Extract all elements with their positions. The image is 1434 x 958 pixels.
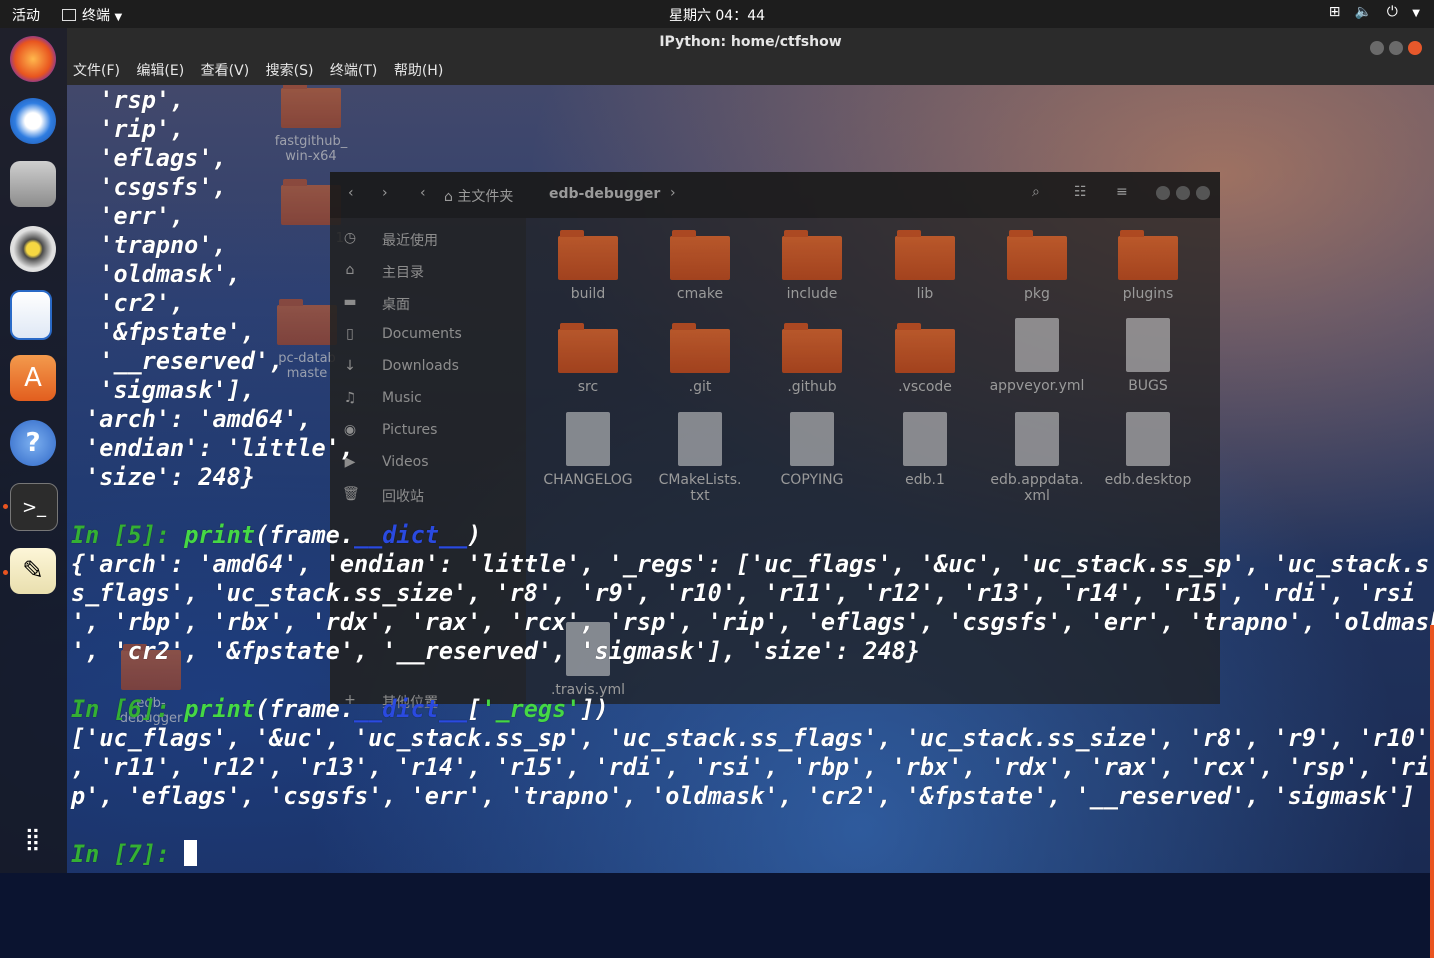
clock[interactable]: 星期六 04：44 bbox=[0, 5, 1434, 25]
network-icon[interactable]: ⊞ bbox=[1329, 4, 1341, 20]
output-line: 'csgsfs', bbox=[71, 173, 227, 201]
output-line: 'sigmask'], bbox=[71, 376, 255, 404]
input-line-7[interactable]: In [7]: bbox=[71, 840, 198, 869]
output-line: ', 'cr2', '&fpstate', '__reserved', 'sig… bbox=[71, 637, 920, 665]
code-attr: __dict__ bbox=[353, 521, 468, 549]
code-text: [ bbox=[467, 695, 482, 723]
output-line: 'rsp', bbox=[71, 86, 185, 114]
window-title: IPython: home/ctfshow bbox=[659, 34, 842, 50]
output-line: 'eflags', bbox=[71, 144, 227, 172]
prompt: In [5]: bbox=[71, 521, 185, 549]
output-line: s_flags', 'uc_stack.ss_size', 'r8', 'r9'… bbox=[71, 579, 1416, 607]
output-line: 'cr2', bbox=[71, 289, 185, 317]
input-line-6: In [6]: print(frame.__dict__['_regs']) bbox=[71, 695, 609, 724]
menu-help[interactable]: 帮助(H) bbox=[394, 58, 443, 85]
output-line: '&fpstate', bbox=[71, 318, 255, 346]
menu-file[interactable]: 文件(F) bbox=[73, 58, 120, 85]
output-line: 'err', bbox=[71, 202, 185, 230]
prompt: In [6]: bbox=[71, 695, 185, 723]
writer-icon[interactable] bbox=[10, 290, 52, 340]
output-line: 'size': 248} bbox=[71, 463, 255, 491]
prompt: In [7]: bbox=[71, 840, 185, 868]
output-line: 'trapno', bbox=[71, 231, 227, 259]
scrollbar[interactable] bbox=[1430, 625, 1434, 958]
terminal-titlebar[interactable]: IPython: home/ctfshow bbox=[67, 28, 1434, 58]
dock: A ? >_ ✎ ⣿ bbox=[0, 28, 67, 873]
system-tray[interactable]: ⊞ 🔈 ⏻ ▼ bbox=[1319, 4, 1420, 20]
terminal-menubar: 文件(F) 编辑(E) 查看(V) 搜索(S) 终端(T) 帮助(H) bbox=[67, 58, 1434, 85]
top-bar: 活动 终端 ▼ 星期六 04：44 ⊞ 🔈 ⏻ ▼ bbox=[0, 0, 1434, 28]
rhythmbox-icon[interactable] bbox=[10, 226, 56, 272]
maximize-icon[interactable] bbox=[1389, 41, 1403, 55]
code-builtin: print bbox=[184, 695, 255, 723]
menu-search[interactable]: 搜索(S) bbox=[266, 58, 314, 85]
code-text: ) bbox=[467, 521, 482, 549]
software-icon[interactable]: A bbox=[10, 355, 56, 401]
running-indicator bbox=[3, 570, 8, 575]
text-editor-icon[interactable]: ✎ bbox=[10, 548, 56, 594]
code-attr: __dict__ bbox=[353, 695, 468, 723]
close-icon[interactable] bbox=[1408, 41, 1422, 55]
volume-icon[interactable]: 🔈 bbox=[1355, 4, 1372, 20]
output-line: 'oldmask', bbox=[71, 260, 241, 288]
code-text: ]) bbox=[580, 695, 609, 723]
output-line: p', 'eflags', 'csgsfs', 'err', 'trapno',… bbox=[71, 782, 1416, 810]
output-line: , 'r11', 'r12', 'r13', 'r14', 'r15', 'rd… bbox=[71, 753, 1430, 781]
menu-terminal[interactable]: 终端(T) bbox=[330, 58, 377, 85]
code-builtin: print bbox=[184, 521, 255, 549]
menu-edit[interactable]: 编辑(E) bbox=[136, 58, 184, 85]
code-text: (frame. bbox=[254, 521, 354, 549]
output-line: ['uc_flags', '&uc', 'uc_stack.ss_sp', 'u… bbox=[71, 724, 1430, 752]
power-icon[interactable]: ⏻ bbox=[1387, 4, 1398, 20]
firefox-icon[interactable] bbox=[10, 36, 56, 82]
chevron-down-icon[interactable]: ▼ bbox=[1412, 8, 1420, 19]
help-icon[interactable]: ? bbox=[10, 420, 56, 466]
output-line: ', 'rbp', 'rbx', 'rdx', 'rax', 'rcx', 'r… bbox=[71, 608, 1434, 636]
terminal-output[interactable]: 'rsp', 'rip', 'eflags', 'csgsfs', 'err',… bbox=[67, 85, 1434, 958]
terminal-icon[interactable]: >_ bbox=[10, 483, 58, 531]
code-text: (frame. bbox=[254, 695, 354, 723]
code-string: '_regs' bbox=[481, 695, 581, 723]
files-icon[interactable] bbox=[10, 161, 56, 207]
show-apps-icon[interactable]: ⣿ bbox=[10, 816, 56, 862]
menu-view[interactable]: 查看(V) bbox=[201, 58, 250, 85]
output-line: {'arch': 'amd64', 'endian': 'little', '_… bbox=[71, 550, 1430, 578]
minimize-icon[interactable] bbox=[1370, 41, 1384, 55]
thunderbird-icon[interactable] bbox=[10, 98, 56, 144]
input-line-5: In [5]: print(frame.__dict__) bbox=[71, 521, 481, 550]
output-line: 'rip', bbox=[71, 115, 185, 143]
running-indicator bbox=[3, 504, 8, 509]
text-cursor bbox=[184, 840, 198, 866]
output-line: 'endian': 'little', bbox=[71, 434, 354, 462]
output-line: '__reserved', bbox=[71, 347, 284, 375]
output-line: 'arch': 'amd64', bbox=[71, 405, 312, 433]
